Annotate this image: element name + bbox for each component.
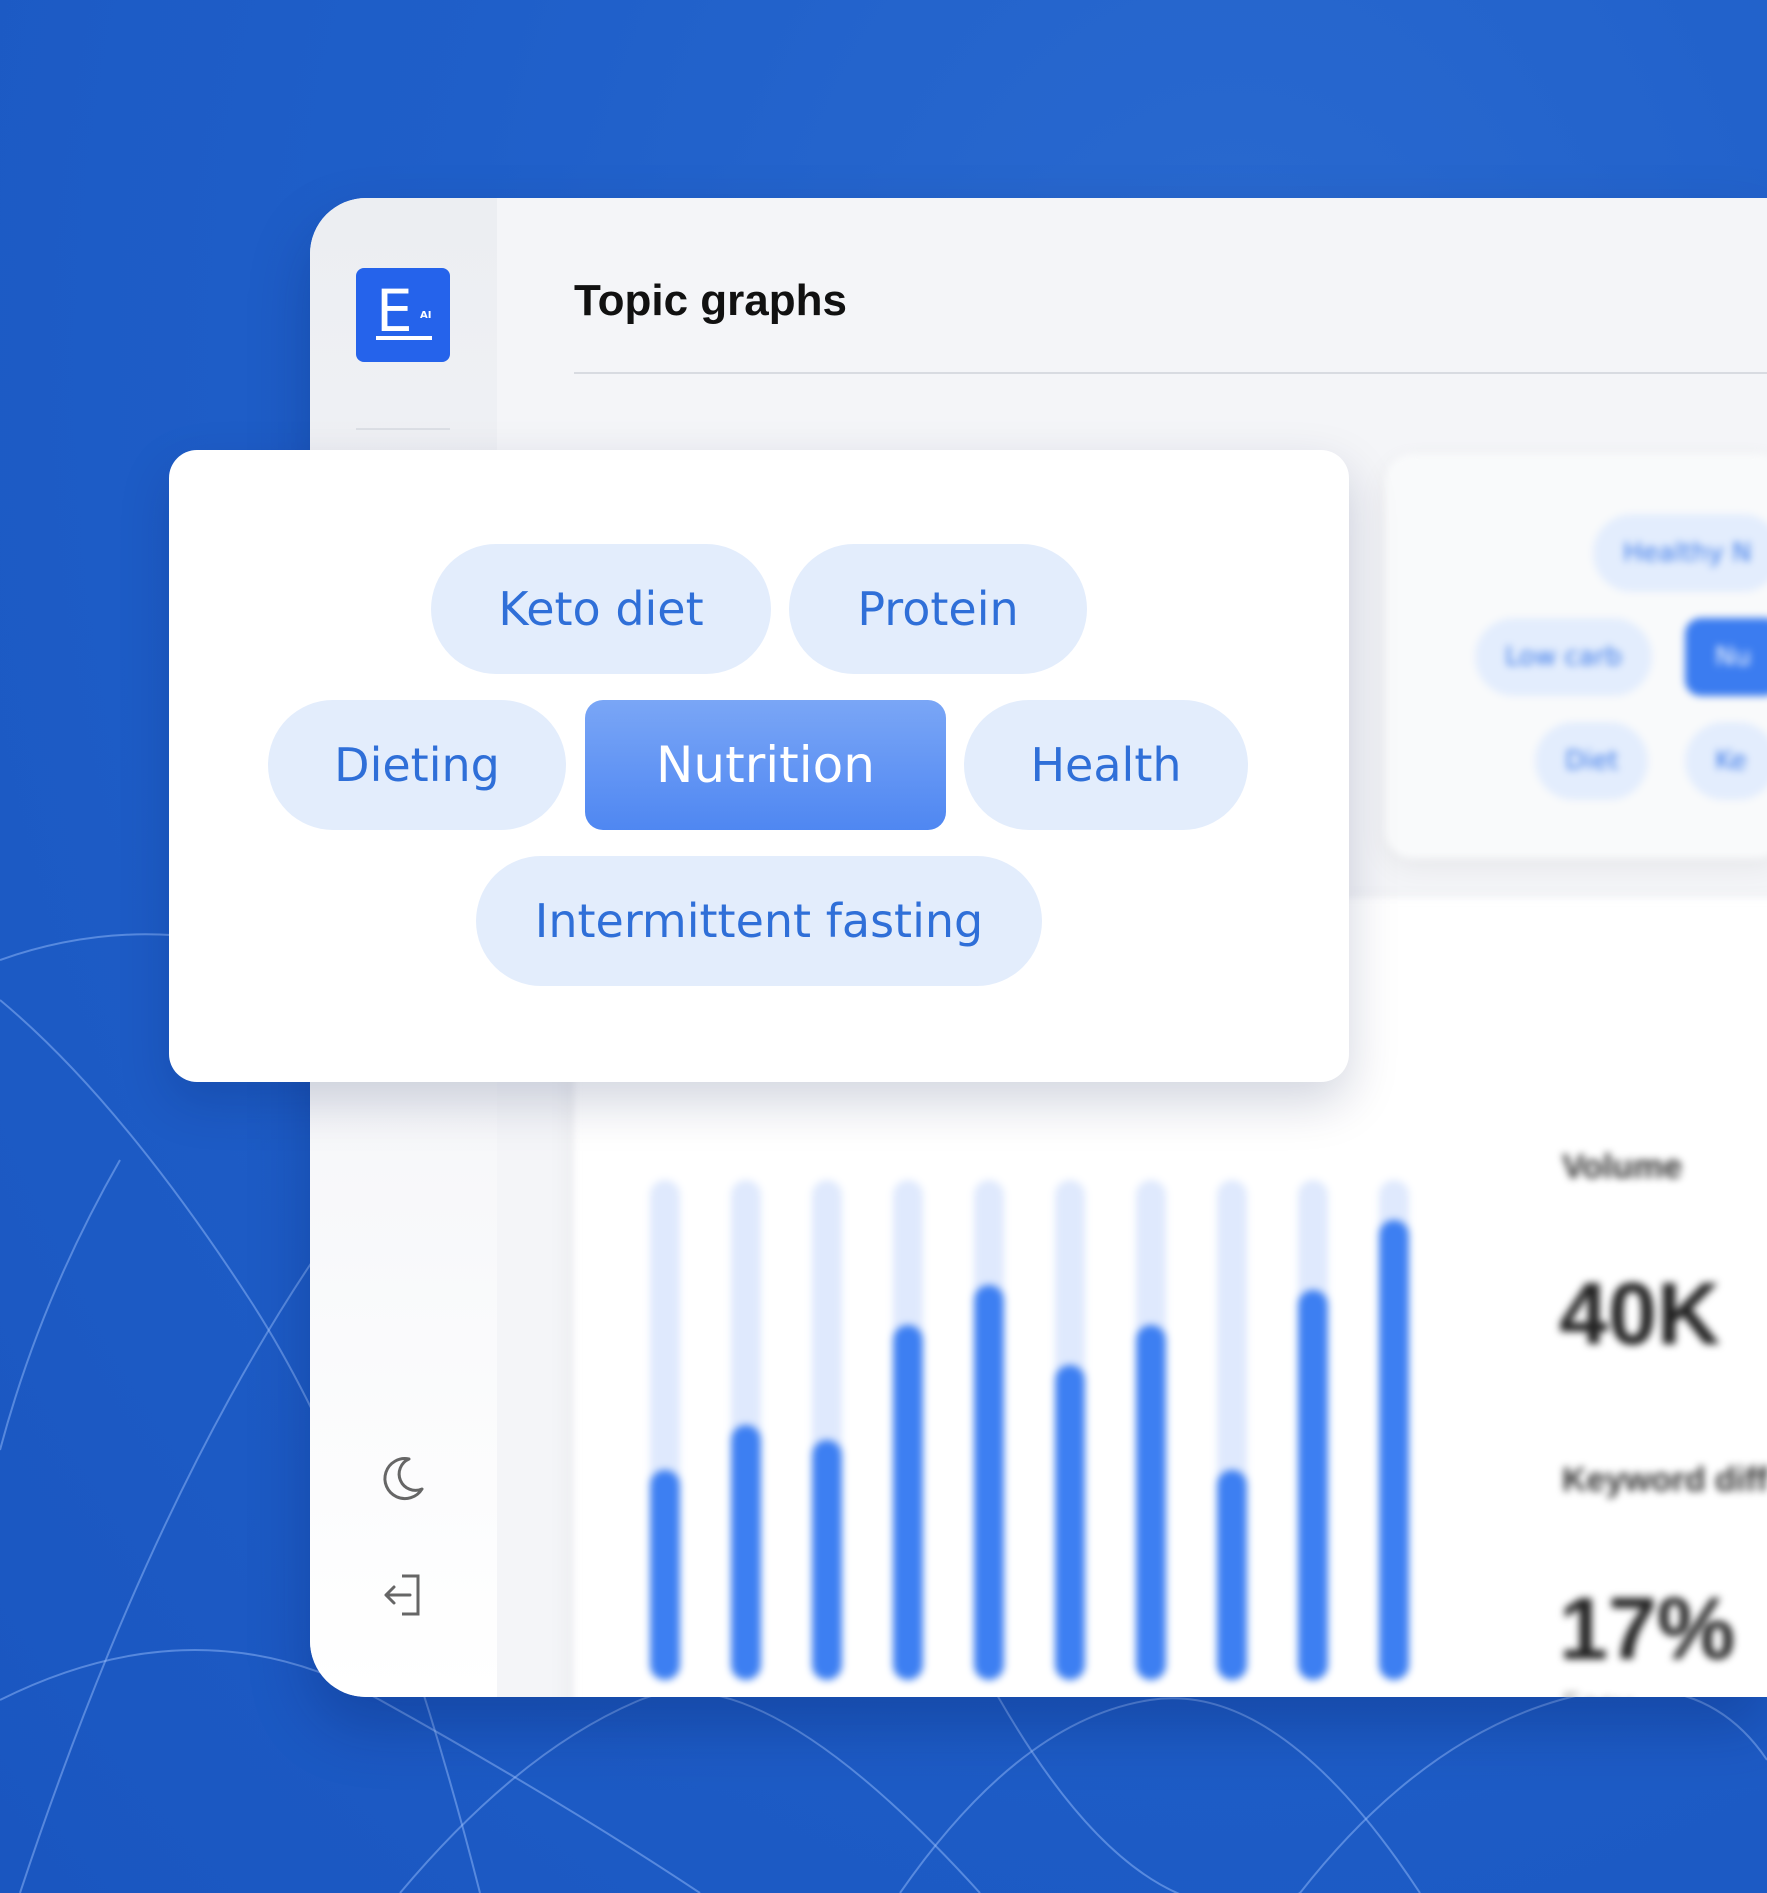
chart-bar — [974, 1180, 1004, 1680]
chart-bar-fill — [893, 1325, 923, 1680]
bg-topic-chip[interactable]: Nu — [1685, 618, 1767, 696]
chart-bar — [812, 1180, 842, 1680]
sidebar-divider — [356, 428, 450, 430]
related-topics-card: Healthy N Low carb Nu Diet Ke — [1385, 454, 1767, 858]
topic-chip-protein[interactable]: Protein — [789, 544, 1087, 674]
topic-chip-nutrition[interactable]: Nutrition — [585, 700, 946, 830]
app-logo[interactable]: E AI — [356, 268, 450, 362]
difficulty-label: Keyword diff — [1562, 1461, 1767, 1499]
bg-topic-chip[interactable]: Ke — [1685, 722, 1767, 800]
bg-topic-chip[interactable]: Diet — [1535, 722, 1649, 800]
title-divider — [574, 372, 1767, 374]
difficulty-rating: Easy — [1562, 1688, 1633, 1697]
difficulty-value: 17% — [1559, 1579, 1736, 1678]
chart-bar-fill — [812, 1440, 842, 1680]
bg-topic-chip[interactable]: Low carb — [1475, 618, 1652, 696]
chart-bar — [1055, 1180, 1085, 1680]
logo-underline — [376, 336, 432, 340]
moon-icon[interactable] — [376, 1451, 430, 1505]
topic-chip-keto-diet[interactable]: Keto diet — [431, 544, 771, 674]
chart-bar — [893, 1180, 923, 1680]
logout-icon[interactable] — [376, 1568, 430, 1622]
chart-bar-fill — [1055, 1365, 1085, 1680]
logo-superscript: AI — [420, 310, 432, 321]
logo-letter: E — [376, 277, 413, 345]
chart-bar-fill — [650, 1470, 680, 1680]
chart-bar — [731, 1180, 761, 1680]
chart-bar-fill — [1298, 1290, 1328, 1680]
topic-chip-dieting[interactable]: Dieting — [268, 700, 566, 830]
chart-bar-fill — [1217, 1470, 1247, 1680]
volume-value: 40K — [1559, 1264, 1721, 1363]
chart-bar-fill — [1379, 1220, 1409, 1680]
chart-bar-fill — [1136, 1325, 1166, 1680]
page-title: Topic graphs — [574, 276, 847, 325]
chart-bar — [1136, 1180, 1166, 1680]
topic-chip-intermittent-fasting[interactable]: Intermittent fasting — [476, 856, 1042, 986]
chart-bar — [650, 1180, 680, 1680]
volume-label: Volume — [1562, 1148, 1683, 1186]
chart-bar-fill — [731, 1425, 761, 1680]
bg-topic-chip[interactable]: Healthy N — [1593, 514, 1767, 592]
chart-bar — [1217, 1180, 1247, 1680]
topic-graph-card: Keto diet Protein Dieting Nutrition Heal… — [169, 450, 1349, 1082]
topic-chip-health[interactable]: Health — [964, 700, 1248, 830]
chart-bar-fill — [974, 1285, 1004, 1680]
chart-bar — [1379, 1180, 1409, 1680]
chart-bar — [1298, 1180, 1328, 1680]
